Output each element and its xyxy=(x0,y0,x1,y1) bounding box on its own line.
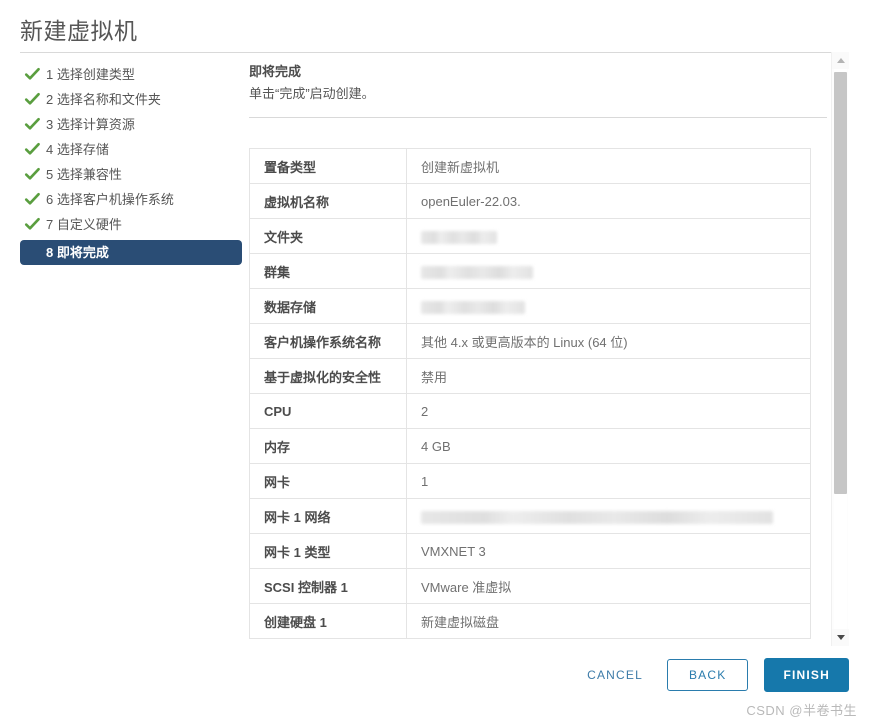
summary-key: 虚拟机名称 xyxy=(249,183,407,219)
page-title: 新建虚拟机 xyxy=(20,18,138,44)
summary-value xyxy=(406,288,811,324)
content-header: 即将完成 单击“完成”启动创建。 xyxy=(249,62,827,118)
wizard-step-4[interactable]: 4 选择存储 xyxy=(20,137,242,162)
wizard-footer: CANCEL BACK FINISH xyxy=(579,658,849,692)
summary-value: 创建新虚拟机 xyxy=(406,148,811,184)
table-row: 内存 4 GB xyxy=(249,428,811,464)
wizard-step-list: 1 选择创建类型 2 选择名称和文件夹 3 选择计算资源 4 选择存储 5 选择兼容性 6… xyxy=(20,62,242,265)
cancel-button[interactable]: CANCEL xyxy=(579,662,651,688)
wizard-step-label: 6 选择客户机操作系统 xyxy=(46,192,174,207)
content-divider xyxy=(249,117,827,118)
summary-key: 创建硬盘 1 xyxy=(249,603,407,639)
summary-value: 4 GB xyxy=(406,428,811,464)
wizard-step-label: 8 即将完成 xyxy=(46,245,109,260)
table-row: 虚拟机名称 openEuler-22.03. xyxy=(249,183,811,219)
check-icon xyxy=(24,92,40,105)
summary-value: 禁用 xyxy=(406,358,811,394)
summary-key: 内存 xyxy=(249,428,407,464)
redacted-value xyxy=(421,300,525,314)
watermark: CSDN @半卷书生 xyxy=(746,703,857,718)
table-row: 客户机操作系统名称 其他 4.x 或更高版本的 Linux (64 位) xyxy=(249,323,811,359)
table-row: CPU 2 xyxy=(249,393,811,429)
wizard-step-2[interactable]: 2 选择名称和文件夹 xyxy=(20,87,242,112)
summary-value: VMXNET 3 xyxy=(406,533,811,569)
redacted-value xyxy=(421,510,773,524)
scroll-up-arrow-icon[interactable] xyxy=(832,52,849,69)
wizard-step-3[interactable]: 3 选择计算资源 xyxy=(20,112,242,137)
summary-value: openEuler-22.03. xyxy=(406,183,811,219)
table-row: 基于虚拟化的安全性 禁用 xyxy=(249,358,811,394)
vm-summary-table: 置备类型 创建新虚拟机 虚拟机名称 openEuler-22.03. 文件夹 群集 数据存储… xyxy=(249,148,811,639)
table-row: 文件夹 xyxy=(249,218,811,254)
check-icon xyxy=(24,142,40,155)
wizard-step-label: 5 选择兼容性 xyxy=(46,167,122,182)
title-divider xyxy=(20,52,848,53)
content-heading: 即将完成 xyxy=(249,64,302,79)
finish-button[interactable]: FINISH xyxy=(764,658,849,692)
wizard-step-label: 2 选择名称和文件夹 xyxy=(46,92,161,107)
summary-key: 基于虚拟化的安全性 xyxy=(249,358,407,394)
table-row: 网卡 1 xyxy=(249,463,811,499)
table-row: 创建硬盘 1 新建虚拟磁盘 xyxy=(249,603,811,639)
summary-value: 1 xyxy=(406,463,811,499)
table-bottom-clip xyxy=(249,640,811,650)
summary-key: 网卡 xyxy=(249,463,407,499)
new-vm-wizard: 新建虚拟机 1 选择创建类型 2 选择名称和文件夹 3 选择计算资源 4 选择存储 5 … xyxy=(0,0,869,722)
wizard-step-6[interactable]: 6 选择客户机操作系统 xyxy=(20,187,242,212)
summary-value xyxy=(406,498,811,534)
summary-value: 2 xyxy=(406,393,811,429)
back-button[interactable]: BACK xyxy=(666,659,749,691)
wizard-step-label: 3 选择计算资源 xyxy=(46,117,135,132)
table-row: 数据存储 xyxy=(249,288,811,324)
wizard-step-1[interactable]: 1 选择创建类型 xyxy=(20,62,242,87)
summary-key: 群集 xyxy=(249,253,407,289)
wizard-step-8[interactable]: 8 即将完成 xyxy=(20,240,242,265)
table-row: 网卡 1 网络 xyxy=(249,498,811,534)
summary-key: 文件夹 xyxy=(249,218,407,254)
summary-value xyxy=(406,218,811,254)
wizard-step-label: 4 选择存储 xyxy=(46,142,109,157)
summary-key: 网卡 1 类型 xyxy=(249,533,407,569)
wizard-step-7[interactable]: 7 自定义硬件 xyxy=(20,212,242,237)
content-scrollbar[interactable] xyxy=(831,52,849,646)
summary-value: 新建虚拟磁盘 xyxy=(406,603,811,639)
redacted-value xyxy=(421,265,533,279)
table-row: 群集 xyxy=(249,253,811,289)
check-icon xyxy=(24,67,40,80)
scrollbar-thumb[interactable] xyxy=(834,72,847,494)
summary-key: 置备类型 xyxy=(249,148,407,184)
redacted-value xyxy=(421,230,497,244)
check-icon xyxy=(24,217,40,230)
table-row: SCSI 控制器 1 VMware 准虚拟 xyxy=(249,568,811,604)
check-icon xyxy=(24,167,40,180)
wizard-step-5[interactable]: 5 选择兼容性 xyxy=(20,162,242,187)
footer-divider xyxy=(20,651,848,652)
wizard-step-label: 1 选择创建类型 xyxy=(46,67,135,82)
summary-key: SCSI 控制器 1 xyxy=(249,568,407,604)
summary-key: 网卡 1 网络 xyxy=(249,498,407,534)
summary-key: 客户机操作系统名称 xyxy=(249,323,407,359)
summary-key: CPU xyxy=(249,393,407,429)
scroll-down-arrow-icon[interactable] xyxy=(832,629,849,646)
table-row: 置备类型 创建新虚拟机 xyxy=(249,148,811,184)
summary-value xyxy=(406,253,811,289)
check-icon xyxy=(24,192,40,205)
check-icon xyxy=(24,117,40,130)
table-row: 网卡 1 类型 VMXNET 3 xyxy=(249,533,811,569)
content-subtitle: 单击“完成”启动创建。 xyxy=(249,86,375,101)
wizard-step-label: 7 自定义硬件 xyxy=(46,217,122,232)
summary-value: VMware 准虚拟 xyxy=(406,568,811,604)
summary-key: 数据存储 xyxy=(249,288,407,324)
summary-value: 其他 4.x 或更高版本的 Linux (64 位) xyxy=(406,323,811,359)
